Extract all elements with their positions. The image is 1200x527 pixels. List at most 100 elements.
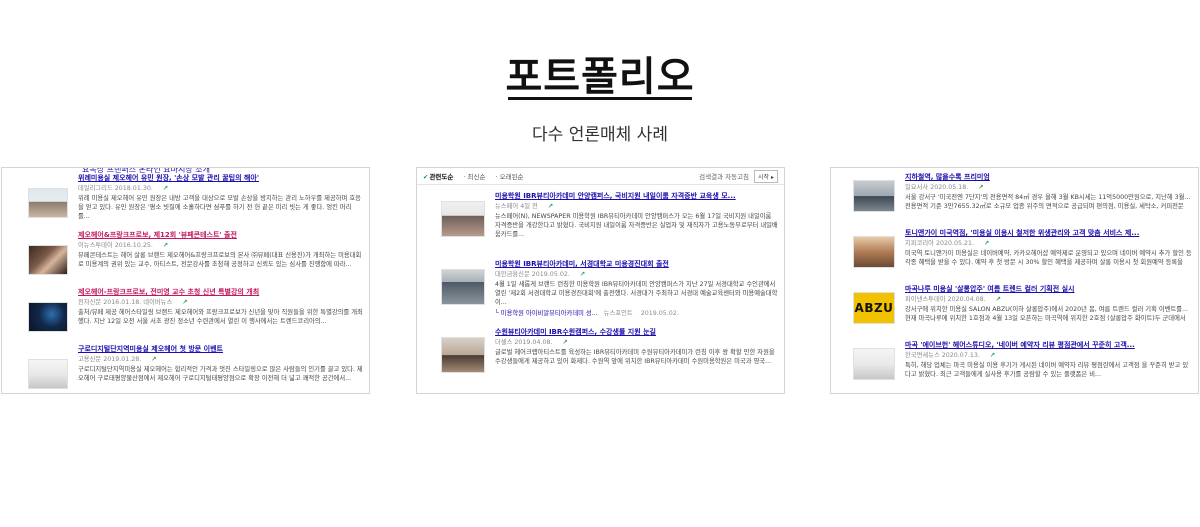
news-headline-link[interactable]: 미용학원 IBR뷰티아카데미 안양캠퍼스, 국비지원 내일이룸 자격증반 교육생… bbox=[495, 191, 778, 202]
news-thumbnail[interactable] bbox=[28, 359, 68, 389]
news-snippet: 서울 강서구 '미국전엔 7단지'의 전용면적 84㎡ 경우 올해 3월 KB시… bbox=[905, 194, 1191, 210]
news-headline-link[interactable]: 위례미용실 제오헤어 유민 원장, '손상 모발 관리 꿀팁의 해아' bbox=[78, 173, 363, 184]
news-thumbnail[interactable] bbox=[28, 188, 68, 218]
external-link-icon[interactable]: ↗ bbox=[562, 339, 567, 346]
news-meta: 대한금융신문 2019.05.02. ↗ bbox=[495, 270, 778, 279]
external-link-icon[interactable]: ↗ bbox=[163, 242, 168, 249]
news-snippet: 글로벌 헤어크랩아티스트를 육성하는 IBR뷰티아카데미 수원뷰티아카데미가 런… bbox=[495, 349, 775, 365]
external-link-icon[interactable]: ↗ bbox=[990, 352, 995, 359]
external-link-icon[interactable]: ↗ bbox=[163, 185, 168, 192]
news-snippet: 특히, 해당 업체는 마곡 미용실 이용 후기가 게시된 네이버 예약자 리뷰 … bbox=[905, 362, 1189, 378]
news-source: 고용신문 bbox=[78, 356, 102, 363]
external-link-icon[interactable]: ↗ bbox=[996, 296, 1001, 303]
news-date: 2019.04.08. bbox=[514, 339, 553, 346]
news-thumbnail[interactable] bbox=[441, 337, 485, 373]
news-date: 2020.05.18. bbox=[930, 184, 969, 191]
news-snippet: 구로디지털단지역미용실 제오헤어는 합리적인 가격과 멋진 스타일링으로 많은 … bbox=[78, 366, 363, 382]
news-thumbnail[interactable] bbox=[28, 302, 68, 332]
sort-option-relevance[interactable]: ✔관련도순 bbox=[423, 171, 453, 181]
external-link-icon[interactable]: ↗ bbox=[182, 299, 187, 306]
news-item[interactable]: 제오헤어-프랑크프로보, 전미영 교수 초청 신년 특별강의 개최 전자신문 2… bbox=[2, 287, 369, 344]
news-item[interactable]: ABZU 마곡나루 미용실 '살롱압주' 여름 트렌드 컬러 기획전 실시 파이… bbox=[831, 280, 1198, 336]
external-link-icon[interactable]: ↗ bbox=[151, 356, 156, 363]
news-headline-link[interactable]: 토니앤가이 미국역점, '미용실 이용시 철저한 위생관리와 고객 맞춤 서비스… bbox=[905, 228, 1192, 239]
news-snippet: 뉴스페어(N), NEWSPAPER 미용학원 IBR뷰티아카데미 안양캠퍼스가… bbox=[495, 213, 778, 238]
news-date: 2019.05.02. bbox=[531, 271, 570, 278]
auto-refresh-start-button[interactable]: 시작 ▸ bbox=[754, 169, 778, 183]
news-meta: 일요서사 2020.05.18. ↗ bbox=[905, 183, 1192, 192]
news-snippet: 4월 1일 새롭게 브랜드 런칭한 미용학원 IBR뷰티아카데미 안양캠퍼스가 … bbox=[495, 281, 778, 306]
related-article-link[interactable]: 미용학원 아이비알뷰티아카데미 성... bbox=[501, 310, 598, 317]
news-source: 일요서사 bbox=[905, 184, 929, 191]
sort-option-oldest[interactable]: · 오래된순 bbox=[495, 171, 523, 181]
news-source: 더셀스 bbox=[495, 339, 513, 346]
news-headline-link[interactable]: 마곡 '에이브헌' 헤어스튜디오, '네이버 예약자 리뷰 평점관에서 꾸준히 … bbox=[905, 340, 1192, 351]
news-snippet: 위례 미용실 제오헤어 유민 원장은 내방 고객을 대상으로 모발 손상을 방지… bbox=[78, 195, 361, 220]
news-meta: 이뉴스투데이 2016.10.25. ↗ bbox=[78, 241, 363, 250]
related-article[interactable]: └ 미용학원 아이비알뷰티아카데미 성... 뉴스포인트 2019.05.02. bbox=[495, 309, 778, 318]
news-headline-link[interactable]: 제오헤어-프랑크프로보, 전미영 교수 초청 신년 특별강의 개최 bbox=[78, 287, 363, 298]
news-thumbnail[interactable] bbox=[441, 201, 485, 237]
news-headline-link[interactable]: 제오헤어&프랑크프로보, 제12회 '뷰페콘테스트' 출전 bbox=[78, 230, 363, 241]
news-source: 데일리그리드 bbox=[78, 185, 113, 192]
news-meta: 한국면세뉴스 2020.07.13. ↗ bbox=[905, 351, 1192, 360]
news-meta: 전자신문 2016.01.18. 네이버뉴스 ↗ bbox=[78, 298, 363, 307]
news-date: 2019.01.28. bbox=[103, 356, 142, 363]
news-source: 뉴스페어 bbox=[495, 203, 519, 210]
news-meta: 파이낸스투데이 2020.04.08. ↗ bbox=[905, 295, 1192, 304]
news-meta: 데일리그리드 2018.01.30. ↗ bbox=[78, 184, 363, 193]
news-headline-link[interactable]: 수원뷰티아카데미 IBR수원캠퍼스, 수강생률 지원 눈길 bbox=[495, 327, 778, 338]
news-item[interactable]: 마곡 '에이브헌' 헤어스튜디오, '네이버 예약자 리뷰 평점관에서 꾸준히 … bbox=[831, 336, 1198, 392]
news-source: 대한금융신문 bbox=[495, 271, 530, 278]
news-thumbnail-logo[interactable]: ABZU bbox=[853, 292, 895, 324]
check-icon: ✔ bbox=[423, 173, 429, 181]
external-link-icon[interactable]: ↗ bbox=[984, 240, 989, 247]
news-snippet: 강서구에 위치한 미용실 SALON ABZU(이하 살롱압주)에서 2020년… bbox=[905, 306, 1189, 322]
news-meta: 고용신문 2019.01.28. ↗ bbox=[78, 355, 363, 364]
news-thumbnail[interactable] bbox=[441, 269, 485, 305]
news-headline-link[interactable]: 구로디지털단지역미용실 제오헤어 첫 방문 이벤트 bbox=[78, 344, 363, 355]
related-article-date: 2019.05.02. bbox=[640, 310, 679, 317]
news-thumbnail[interactable] bbox=[853, 180, 895, 212]
related-article-source: 뉴스포인트 bbox=[603, 310, 633, 317]
external-link-icon[interactable]: ↗ bbox=[580, 271, 585, 278]
news-date: 2018.01.30. bbox=[114, 185, 153, 192]
news-headline-link[interactable]: 지하철역, 많을수록 프리미엄 bbox=[905, 172, 1192, 183]
sort-option-latest[interactable]: · 최신순 bbox=[463, 171, 485, 181]
page-title: 포트폴리오 bbox=[505, 54, 695, 100]
news-screenshot-2: ✔관련도순 · 최신순 · 오래된순 검색결과 자동고침 시작 ▸ 미용학원 I… bbox=[416, 167, 785, 394]
news-thumbnail[interactable] bbox=[853, 236, 895, 268]
abzu-logo-text: ABZU bbox=[854, 301, 894, 315]
news-meta: 더셀스 2019.04.08. ↗ bbox=[495, 338, 778, 347]
news-source: 전자신문 bbox=[78, 299, 102, 306]
news-screenshot-3: 지하철역, 많을수록 프리미엄 일요서사 2020.05.18. ↗ 서울 강서구… bbox=[830, 167, 1199, 394]
title-underline bbox=[508, 97, 692, 100]
sort-toolbar: ✔관련도순 · 최신순 · 오래된순 검색결과 자동고침 시작 ▸ bbox=[417, 168, 784, 185]
news-item[interactable]: 토니앤가이 미국역점, '미용실 이용시 철저한 위생관리와 고객 맞춤 서비스… bbox=[831, 224, 1198, 280]
news-source: 한국면세뉴스 bbox=[905, 352, 940, 359]
news-source-secondary[interactable]: 네이버뉴스 bbox=[143, 299, 172, 306]
news-item[interactable]: 수원뷰티아카데미 IBR수원캠퍼스, 수강생률 지원 눈길 더셀스 2019.0… bbox=[417, 321, 784, 389]
news-thumbnail[interactable] bbox=[28, 245, 68, 275]
news-date: 2016.10.25. bbox=[114, 242, 153, 249]
news-source: 파이낸스투데이 bbox=[905, 296, 946, 303]
news-item[interactable]: 지하철역, 많을수록 프리미엄 일요서사 2020.05.18. ↗ 서울 강서구… bbox=[831, 168, 1198, 224]
news-headline-link[interactable]: 마곡나루 미용실 '살롱압주' 여름 트렌드 컬러 기획전 실시 bbox=[905, 284, 1192, 295]
news-headline-link[interactable]: 미용학원 IBR뷰티아카데미, 서경대학교 미용경진대회 출전 bbox=[495, 259, 778, 270]
news-meta: 뉴스페어 4일 전 ↗ bbox=[495, 202, 778, 211]
news-thumbnail[interactable] bbox=[853, 348, 895, 380]
news-item[interactable]: 제오헤어&프랑크프로보, 제12회 '뷰페콘테스트' 출전 이뉴스투데이 201… bbox=[2, 230, 369, 287]
news-item[interactable]: 구로디지털단지역미용실 제오헤어 첫 방문 이벤트 고용신문 2019.01.2… bbox=[2, 344, 369, 393]
news-snippet: 미국역 토니앤가이 미용실은 네이버예약, 카카오헤어샵 예약제로 운영되고 있… bbox=[905, 250, 1192, 266]
news-source: 지피코리아 bbox=[905, 240, 934, 247]
news-item[interactable]: 위례미용실 제오헤어 유민 원장, '손상 모발 관리 꿀팁의 해아' 데일리그… bbox=[2, 173, 369, 230]
page-subtitle: 다수 언론매체 사례 bbox=[532, 125, 668, 145]
news-date: 4일 전 bbox=[520, 203, 538, 210]
news-snippet: 출처/뷰페 제공 헤어스타일링 브랜드 제오헤어와 프랑크프로보가 신년을 맞아… bbox=[78, 309, 363, 325]
external-link-icon[interactable]: ↗ bbox=[548, 203, 553, 210]
news-item[interactable]: 미용학원 IBR뷰티아카데미 안양캠퍼스, 국비지원 내일이룸 자격증반 교육생… bbox=[417, 185, 784, 253]
news-date: 2016.01.18. bbox=[103, 299, 142, 306]
news-item[interactable]: 미용학원 IBR뷰티아카데미, 서경대학교 미용경진대회 출전 대한금융신문 2… bbox=[417, 253, 784, 321]
external-link-icon[interactable]: ↗ bbox=[978, 184, 983, 191]
news-date: 2020.04.08. bbox=[947, 296, 986, 303]
